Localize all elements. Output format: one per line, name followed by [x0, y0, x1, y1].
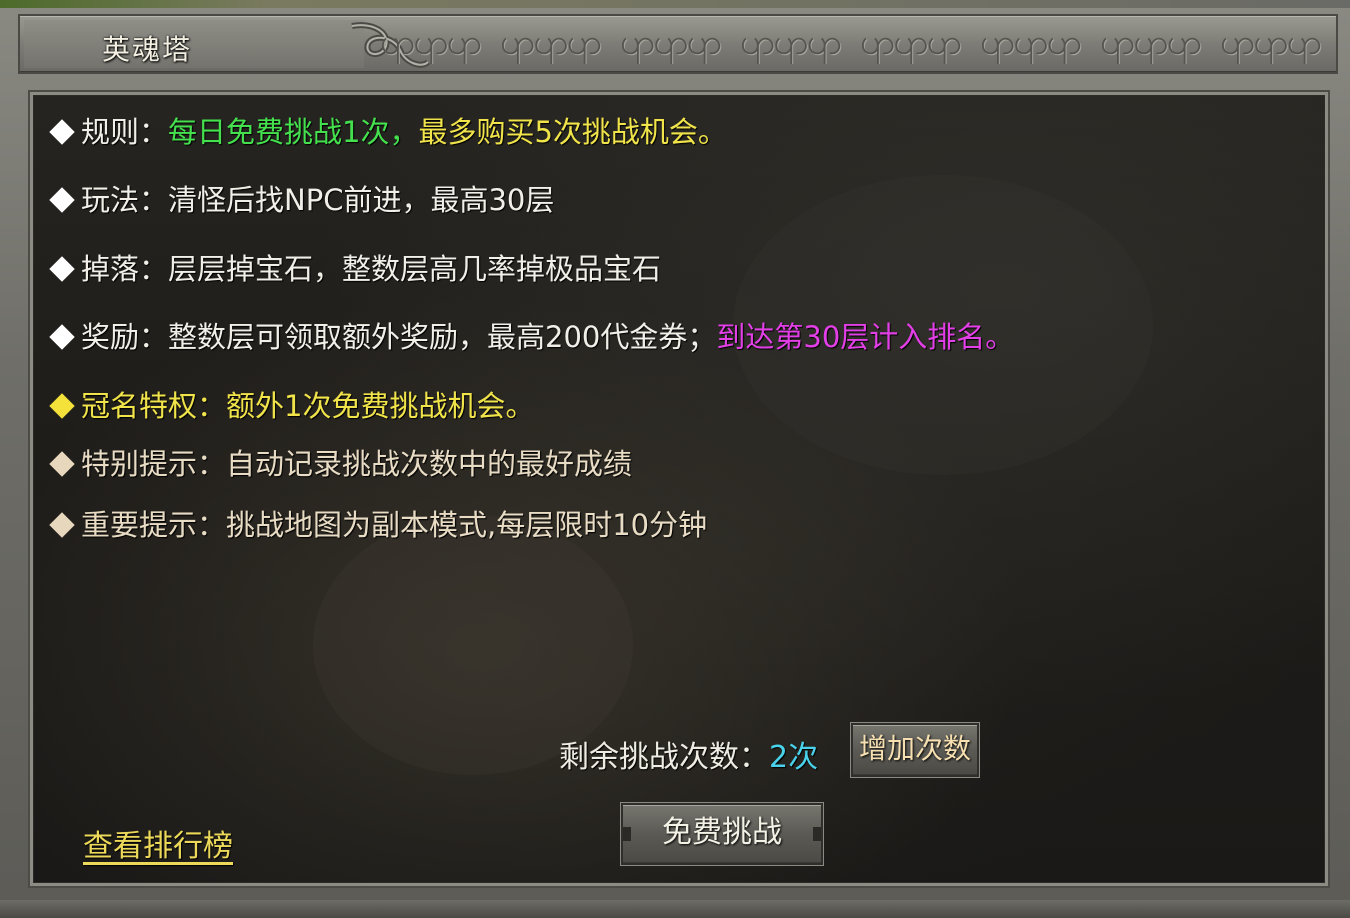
- swirl-ornament-icon: ꩥꩥꩥ: [1100, 22, 1202, 63]
- view-ranking-link[interactable]: 查看排行榜: [83, 821, 233, 865]
- tower-window: 英魂塔 ꩥꩥꩥ ꩥꩥꩥ ꩥꩥꩥ ꩥꩥꩥ ꩥꩥꩥ ꩥꩥꩥ ꩥꩥꩥ ꩥꩥꩥ 规则：每…: [0, 0, 1350, 918]
- swirl-ornament-icon: ꩥꩥꩥ: [740, 22, 842, 63]
- title-plate: [24, 20, 364, 68]
- important-tip-text: 挑战地图为副本模式,每层限时10分钟: [226, 508, 708, 542]
- special-tip-line: 特别提示：自动记录挑战次数中的最好成绩: [47, 441, 632, 483]
- rule-line: 规则：每日免费挑战1次，最多购买5次挑战机会。: [47, 109, 727, 151]
- rule-text: 最多购买5次挑战机会。: [418, 115, 727, 149]
- special-tip-label: 特别提示：: [81, 447, 227, 481]
- drop-line: 掉落：层层掉宝石，整数层高几率掉极品宝石: [47, 246, 661, 288]
- content-panel: 规则：每日免费挑战1次，最多购买5次挑战机会。 玩法：清怪后找NPC前进，最高3…: [30, 92, 1328, 886]
- swirl-ornament-icon: ꩥꩥꩥ: [500, 22, 602, 63]
- rule-text: 每日免费挑战1次，: [168, 115, 419, 149]
- rule-label: 规则：: [81, 115, 169, 149]
- bottom-edge: [0, 900, 1350, 918]
- diamond-bullet-icon: [49, 187, 75, 213]
- gameplay-line: 玩法：清怪后找NPC前进，最高30层: [47, 177, 554, 219]
- diamond-bullet-icon: [49, 256, 75, 282]
- title-privilege-line: 冠名特权：额外1次免费挑战机会。: [47, 383, 534, 425]
- add-attempts-button[interactable]: 增加次数: [851, 723, 979, 777]
- important-tip-label: 重要提示：: [81, 508, 227, 542]
- button-notch: [813, 827, 821, 841]
- free-challenge-label: 免费挑战: [662, 815, 782, 850]
- reward-line: 奖励：整数层可领取额外奖励，最高200代金券；到达第30层计入排名。: [47, 314, 1014, 356]
- diamond-bullet-icon: [49, 119, 75, 145]
- reward-text: 整数层可领取额外奖励，最高200代金券；: [168, 320, 717, 354]
- privilege-label: 冠名特权：: [81, 389, 227, 423]
- remaining-attempts: 剩余挑战次数：2次: [559, 732, 818, 776]
- remaining-label: 剩余挑战次数：: [559, 740, 769, 775]
- diamond-bullet-icon: [49, 393, 75, 419]
- swirl-ornament-icon: ꩥꩥꩥ: [620, 22, 722, 63]
- swirl-ornament-icon: ꩥꩥꩥ: [380, 22, 482, 63]
- ranking-note: 到达第30层计入排名。: [716, 320, 1015, 354]
- diamond-bullet-icon: [49, 451, 75, 477]
- top-edge: [0, 0, 1350, 8]
- diamond-bullet-icon: [49, 324, 75, 350]
- reward-label: 奖励：: [81, 320, 169, 354]
- important-tip-line: 重要提示：挑战地图为副本模式,每层限时10分钟: [47, 502, 707, 544]
- privilege-text: 额外1次免费挑战机会。: [226, 389, 535, 423]
- swirl-ornament-icon: ꩥꩥꩥ: [860, 22, 962, 63]
- gameplay-label: 玩法：: [81, 183, 169, 217]
- free-challenge-button[interactable]: 免费挑战: [621, 803, 823, 865]
- drop-text: 层层掉宝石，整数层高几率掉极品宝石: [168, 252, 662, 286]
- diamond-bullet-icon: [49, 512, 75, 538]
- title-ornament-band: ꩥꩥꩥ ꩥꩥꩥ ꩥꩥꩥ ꩥꩥꩥ ꩥꩥꩥ ꩥꩥꩥ ꩥꩥꩥ ꩥꩥꩥ: [380, 22, 1330, 64]
- title-bar: 英魂塔 ꩥꩥꩥ ꩥꩥꩥ ꩥꩥꩥ ꩥꩥꩥ ꩥꩥꩥ ꩥꩥꩥ ꩥꩥꩥ ꩥꩥꩥ: [18, 14, 1338, 74]
- swirl-ornament-icon: ꩥꩥꩥ: [980, 22, 1082, 63]
- special-tip-text: 自动记录挑战次数中的最好成绩: [226, 447, 633, 481]
- remaining-count: 2次: [769, 740, 819, 775]
- swirl-ornament-icon: ꩥꩥꩥ: [1220, 22, 1322, 63]
- button-notch: [623, 827, 631, 841]
- drop-label: 掉落：: [81, 252, 169, 286]
- window-title: 英魂塔: [102, 33, 193, 66]
- gameplay-text: 清怪后找NPC前进，最高30层: [168, 183, 555, 217]
